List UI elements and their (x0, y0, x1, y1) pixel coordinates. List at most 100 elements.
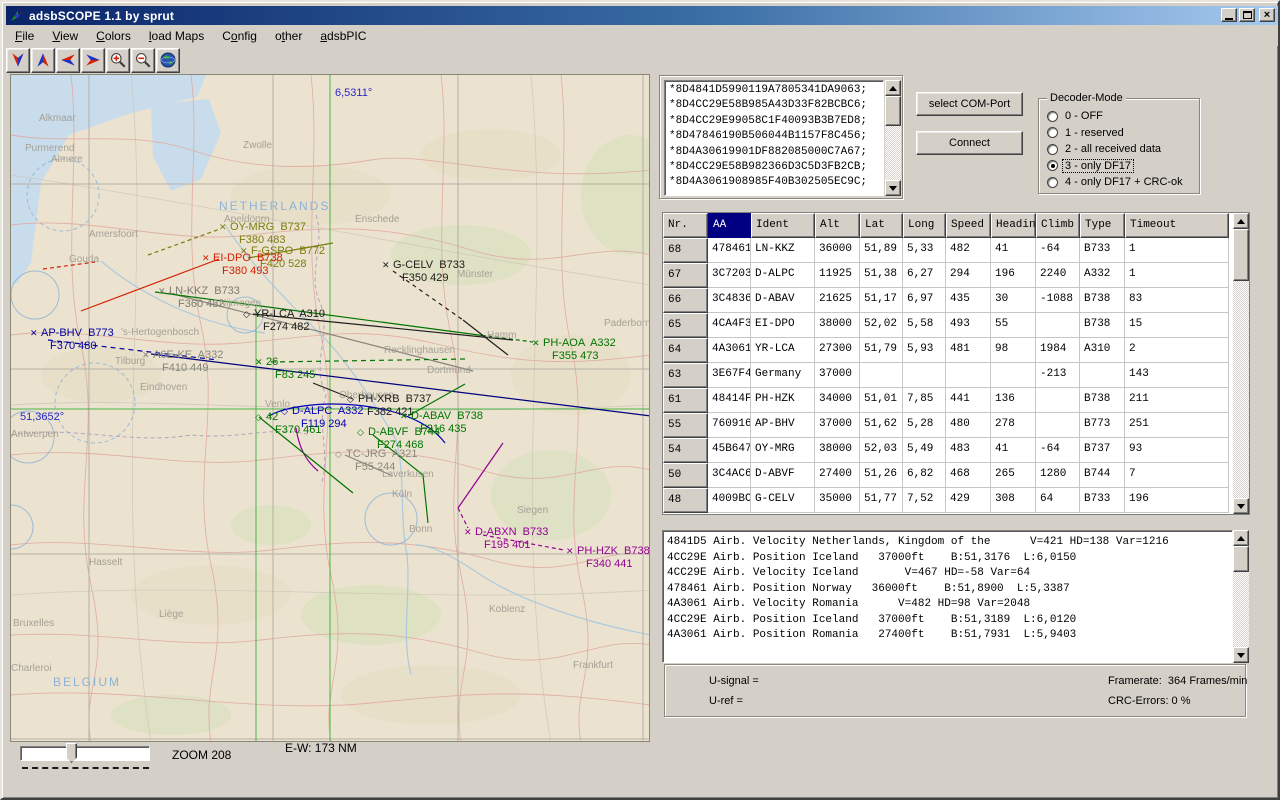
table-row[interactable]: 6148414FPH-HZK3400051,017,85441136B73821… (663, 388, 1249, 413)
zoom-out-button[interactable] (131, 48, 155, 73)
cell: 441 (946, 388, 991, 413)
zoom-slider-ticks (22, 767, 149, 769)
menu-item-colors[interactable]: Colors (87, 27, 140, 45)
table-row[interactable]: 633E67F4Germany37000-213143 (663, 363, 1249, 388)
select-com-port-button[interactable]: select COM-Port (916, 92, 1023, 116)
cell: 83 (1125, 288, 1229, 313)
aircraft-label: OY-MRG B737 (230, 221, 306, 233)
column-header-heading[interactable]: Heading (991, 213, 1036, 238)
scroll-down-button[interactable] (885, 180, 901, 196)
menu-item-other[interactable]: other (266, 27, 311, 45)
cell: B737 (1080, 438, 1125, 463)
column-header-alt[interactable]: Alt (815, 213, 860, 238)
table-row[interactable]: 55760916AP-BHV3700051,625,28480278B77325… (663, 413, 1249, 438)
scroll-down-button[interactable] (1233, 647, 1249, 663)
scroll-up-button[interactable] (1233, 530, 1249, 546)
log-field[interactable]: 4841D5 Airb. Velocity Netherlands, Kingd… (662, 530, 1233, 663)
scroll-up-button[interactable] (885, 80, 901, 96)
grid-head-row: Nr.AAIdentAltLatLongSpeedHeadingClimbTyp… (663, 213, 1249, 238)
decoder-option[interactable]: 2 - all received data (1047, 141, 1185, 158)
cell: 51,38 (860, 263, 903, 288)
pan-down-button[interactable] (6, 48, 30, 73)
hex-field[interactable]: *8D4841D5990119A7805341DA9063;*8D4CC29E5… (664, 80, 884, 196)
cell: 51,89 (860, 238, 903, 263)
scrollbar-thumb[interactable] (885, 96, 901, 126)
scroll-up-button[interactable] (1233, 213, 1249, 229)
menu-item-load-maps[interactable]: load Maps (140, 27, 213, 45)
pan-right-button[interactable] (81, 48, 105, 73)
cell: 481 (946, 338, 991, 363)
column-header-speed[interactable]: Speed (946, 213, 991, 238)
column-header-aa[interactable]: AA (708, 213, 751, 238)
column-header-climb[interactable]: Climb (1036, 213, 1080, 238)
column-header-timeout[interactable]: Timeout (1125, 213, 1229, 238)
menu-item-config[interactable]: Config (213, 27, 266, 45)
cell: 1984 (1036, 338, 1080, 363)
decoder-option[interactable]: 0 - OFF (1047, 108, 1185, 125)
column-header-lat[interactable]: Lat (860, 213, 903, 238)
scrollbar-thumb[interactable] (1233, 546, 1249, 572)
cell: 51,01 (860, 388, 903, 413)
pan-up-button[interactable] (31, 48, 55, 73)
map-canvas[interactable]: AlkmaarPurmerendAlmereAmersfoortZwolleAp… (10, 74, 650, 742)
decoder-option[interactable]: 4 - only DF17 + CRC-ok (1047, 174, 1185, 191)
table-scrollbar[interactable] (1233, 213, 1249, 514)
map-place: Paderborn (604, 318, 650, 329)
column-header-nr[interactable]: Nr. (663, 213, 708, 238)
cell: 211 (1125, 388, 1229, 413)
column-header-ident[interactable]: Ident (751, 213, 815, 238)
scrollbar-thumb[interactable] (1233, 229, 1249, 281)
hex-scrollbar[interactable] (885, 80, 901, 196)
cell: 36000 (815, 238, 860, 263)
aircraft-alt-speed: F195 401 (484, 539, 530, 551)
cell: 2 (1125, 338, 1229, 363)
app-window: adsbSCOPE 1.1 by sprut × FileViewColorsl… (0, 0, 1280, 800)
menu-item-file[interactable]: File (6, 27, 43, 45)
table-row[interactable]: 484009BCG-CELV3500051,777,5242930864B733… (663, 488, 1249, 513)
zoom-slider-track[interactable] (20, 746, 150, 761)
log-scrollbar[interactable] (1233, 530, 1249, 663)
cell: PH-HZK (751, 388, 815, 413)
world-button[interactable] (156, 48, 180, 73)
table-row[interactable]: 68478461LN-KKZ3600051,895,3348241-64B733… (663, 238, 1249, 263)
decoder-option[interactable]: 1 - reserved (1047, 125, 1185, 142)
aircraft-alt-speed: F370 480 (50, 340, 96, 352)
toolbar (6, 46, 1278, 74)
connect-button[interactable]: Connect (916, 131, 1023, 155)
cell (991, 363, 1036, 388)
cell: 196 (991, 263, 1036, 288)
menu-item-view[interactable]: View (43, 27, 87, 45)
cell: 482 (946, 238, 991, 263)
arrow-down-icon (1237, 504, 1245, 509)
minimize-button[interactable] (1221, 8, 1237, 22)
row-header: 54 (663, 438, 708, 463)
maximize-button[interactable] (1239, 8, 1255, 22)
table-row[interactable]: 673C7203D-ALPC1192551,386,272941962240A3… (663, 263, 1249, 288)
table-row[interactable]: 663C4836D-ABAV2162551,176,9743530-1088B7… (663, 288, 1249, 313)
cell: 30 (991, 288, 1036, 313)
cell: 38000 (815, 313, 860, 338)
menu-item-adsbpic[interactable]: adsbPIC (311, 27, 375, 45)
cell: 4009BC (708, 488, 751, 513)
decoder-option[interactable]: 3 - only DF17 (1047, 158, 1185, 175)
radio-label: 3 - only DF17 (1063, 160, 1133, 172)
column-header-long[interactable]: Long (903, 213, 946, 238)
table-row[interactable]: 503C4AC6D-ABVF2740051,266,824682651280B7… (663, 463, 1249, 488)
column-header-type[interactable]: Type (1080, 213, 1125, 238)
zoom-in-button[interactable] (106, 48, 130, 73)
map-place: Alkmaar (39, 113, 76, 124)
scroll-down-button[interactable] (1233, 498, 1249, 514)
cell: 5,93 (903, 338, 946, 363)
close-button[interactable]: × (1259, 8, 1275, 22)
cell: 64 (1036, 488, 1080, 513)
cell: 480 (946, 413, 991, 438)
title-bar[interactable]: adsbSCOPE 1.1 by sprut × (6, 6, 1278, 25)
map-place: Charleroi (11, 663, 52, 674)
table-row[interactable]: 644A3061YR-LCA2730051,795,93481981984A31… (663, 338, 1249, 363)
cell: 15 (1125, 313, 1229, 338)
aircraft-marker: ◇ (347, 394, 354, 404)
table-row[interactable]: 654CA4F3EI-DPO3800052,025,5849355B73815 (663, 313, 1249, 338)
cell: 37000 (815, 363, 860, 388)
table-row[interactable]: 5445B647OY-MRG3800052,035,4948341-64B737… (663, 438, 1249, 463)
pan-left-button[interactable] (56, 48, 80, 73)
